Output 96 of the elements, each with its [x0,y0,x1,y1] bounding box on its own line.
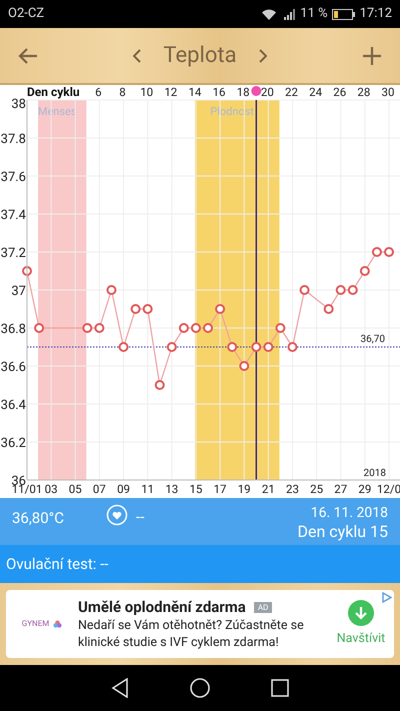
temperature-point [82,323,92,333]
intercourse-value: -- [136,507,144,528]
temperature-point [300,285,310,295]
download-icon [348,600,374,626]
temperature-point [324,304,334,314]
flower-icon [53,620,62,628]
temperature-point [215,304,226,314]
y-axis-label: 37.6 [0,170,26,185]
battery-icon [332,8,356,20]
y-axis-label: 37.2 [0,246,26,261]
temperature-point [384,247,394,257]
temperature-point [34,323,44,333]
y-axis-label: 36.6 [0,360,26,375]
ad-card[interactable]: GYNEM Umělé oplodnění zdarma AD Nedaří se Vám otěhotnět? Zúčastněte se klinické studie s IVF cyklem zdarma! Navštívit [6,590,394,658]
temperature-point [142,304,153,314]
temperature-point [118,342,129,352]
cycle-day-label: 28 [357,85,370,99]
battery-percent: 11 % [300,5,328,24]
temperature-point [190,323,201,333]
screen-title: Teplota [163,42,237,70]
temperature-point [154,380,165,390]
temperature-point [275,323,286,333]
x-axis-label: 19 [238,482,251,496]
y-axis-label: 37.4 [0,208,26,223]
x-axis-label: 05 [68,482,82,496]
cycle-day-label: 14 [188,85,202,99]
y-axis-label: 36.4 [0,398,26,413]
temperature-point [336,285,346,295]
temperature-point [227,342,238,352]
x-axis-label: 17 [214,482,227,496]
temperature-point [106,285,116,295]
recents-nav-icon[interactable] [271,679,290,697]
temperature-point [239,361,250,371]
temperature-point [360,266,370,276]
cycle-day-label: 10 [140,85,154,99]
band-label: Menses [38,105,77,118]
plus-icon [363,46,381,64]
ovulation-test-label: Ovulační test: -- [6,554,108,575]
chevron-right-icon [258,48,267,62]
x-axis-label: 15 [189,482,202,496]
x-axis-label: 21 [262,482,275,496]
x-axis-label: 23 [286,482,299,496]
year-label: 2018 [364,468,386,479]
x-axis-label: 09 [117,482,130,496]
temperature-point [251,342,262,352]
y-axis-label: 38 [11,97,26,112]
temperature-point [178,323,189,333]
temperature-point [130,304,141,314]
ad-description: Nedaří se Vám otěhotnět? Zúčastněte se klinické studie s IVF cyklem zdarma! [78,616,305,650]
ad-choices-icon[interactable] [382,592,392,603]
x-axis-label: 11 [141,482,154,496]
x-axis-label: 13 [165,482,178,496]
threshold-label: 36,70 [360,334,385,345]
carrier-name: O2-CZ [8,5,44,24]
cycle-axis-title: Den cyklu [27,85,80,99]
x-axis-label: 07 [92,482,106,496]
ad-brand-logo: GYNEM [22,618,50,630]
cycle-day-label: 16 [212,85,226,99]
temperature-point [166,342,177,352]
signal-icon [284,8,296,20]
y-axis-label: 36.2 [0,436,26,451]
temperature-point [372,247,382,257]
wifi-icon [262,8,276,20]
cycle-day-label: 12 [164,85,178,99]
cycle-day-label: 8 [119,85,126,99]
ad-label: AD [254,602,272,612]
chevron-left-icon [133,48,142,62]
y-axis-label: 37.8 [0,132,26,147]
selected-date: 16. 11. 2018 [310,504,388,522]
back-arrow-icon [18,46,38,64]
cycle-day-label: 6 [95,85,102,99]
temperature-point [263,342,274,352]
cycle-day-label: 22 [285,85,298,99]
y-axis-label: 36.8 [0,322,26,337]
cycle-day-label: 30 [382,85,394,99]
home-nav-icon[interactable] [190,678,210,698]
cycle-day-label: 26 [333,85,346,99]
x-axis-label: 29 [358,482,372,496]
y-axis-label: 37 [11,284,26,299]
x-axis-label: 03 [44,482,58,496]
cycle-day-label: 20 [260,85,274,99]
cycle-day: Den cyklu 15 [297,522,388,542]
temperature-point [94,323,104,333]
x-axis-label: 27 [334,482,348,496]
temperature-point [203,323,213,333]
x-axis-label: 25 [310,482,324,496]
back-nav-icon[interactable] [110,678,129,698]
temperature-point [348,285,358,295]
clock: 17:12 [360,5,392,24]
temperature-point [287,342,298,352]
temperature-value: 36,80°C [12,508,64,529]
x-axis-label: 12/0 [376,482,400,496]
ad-title: Umělé oplodnění zdarma [78,598,246,616]
cycle-day-label: 24 [309,85,322,99]
cycle-day-label: 18 [236,85,250,99]
today-dot [251,86,262,96]
